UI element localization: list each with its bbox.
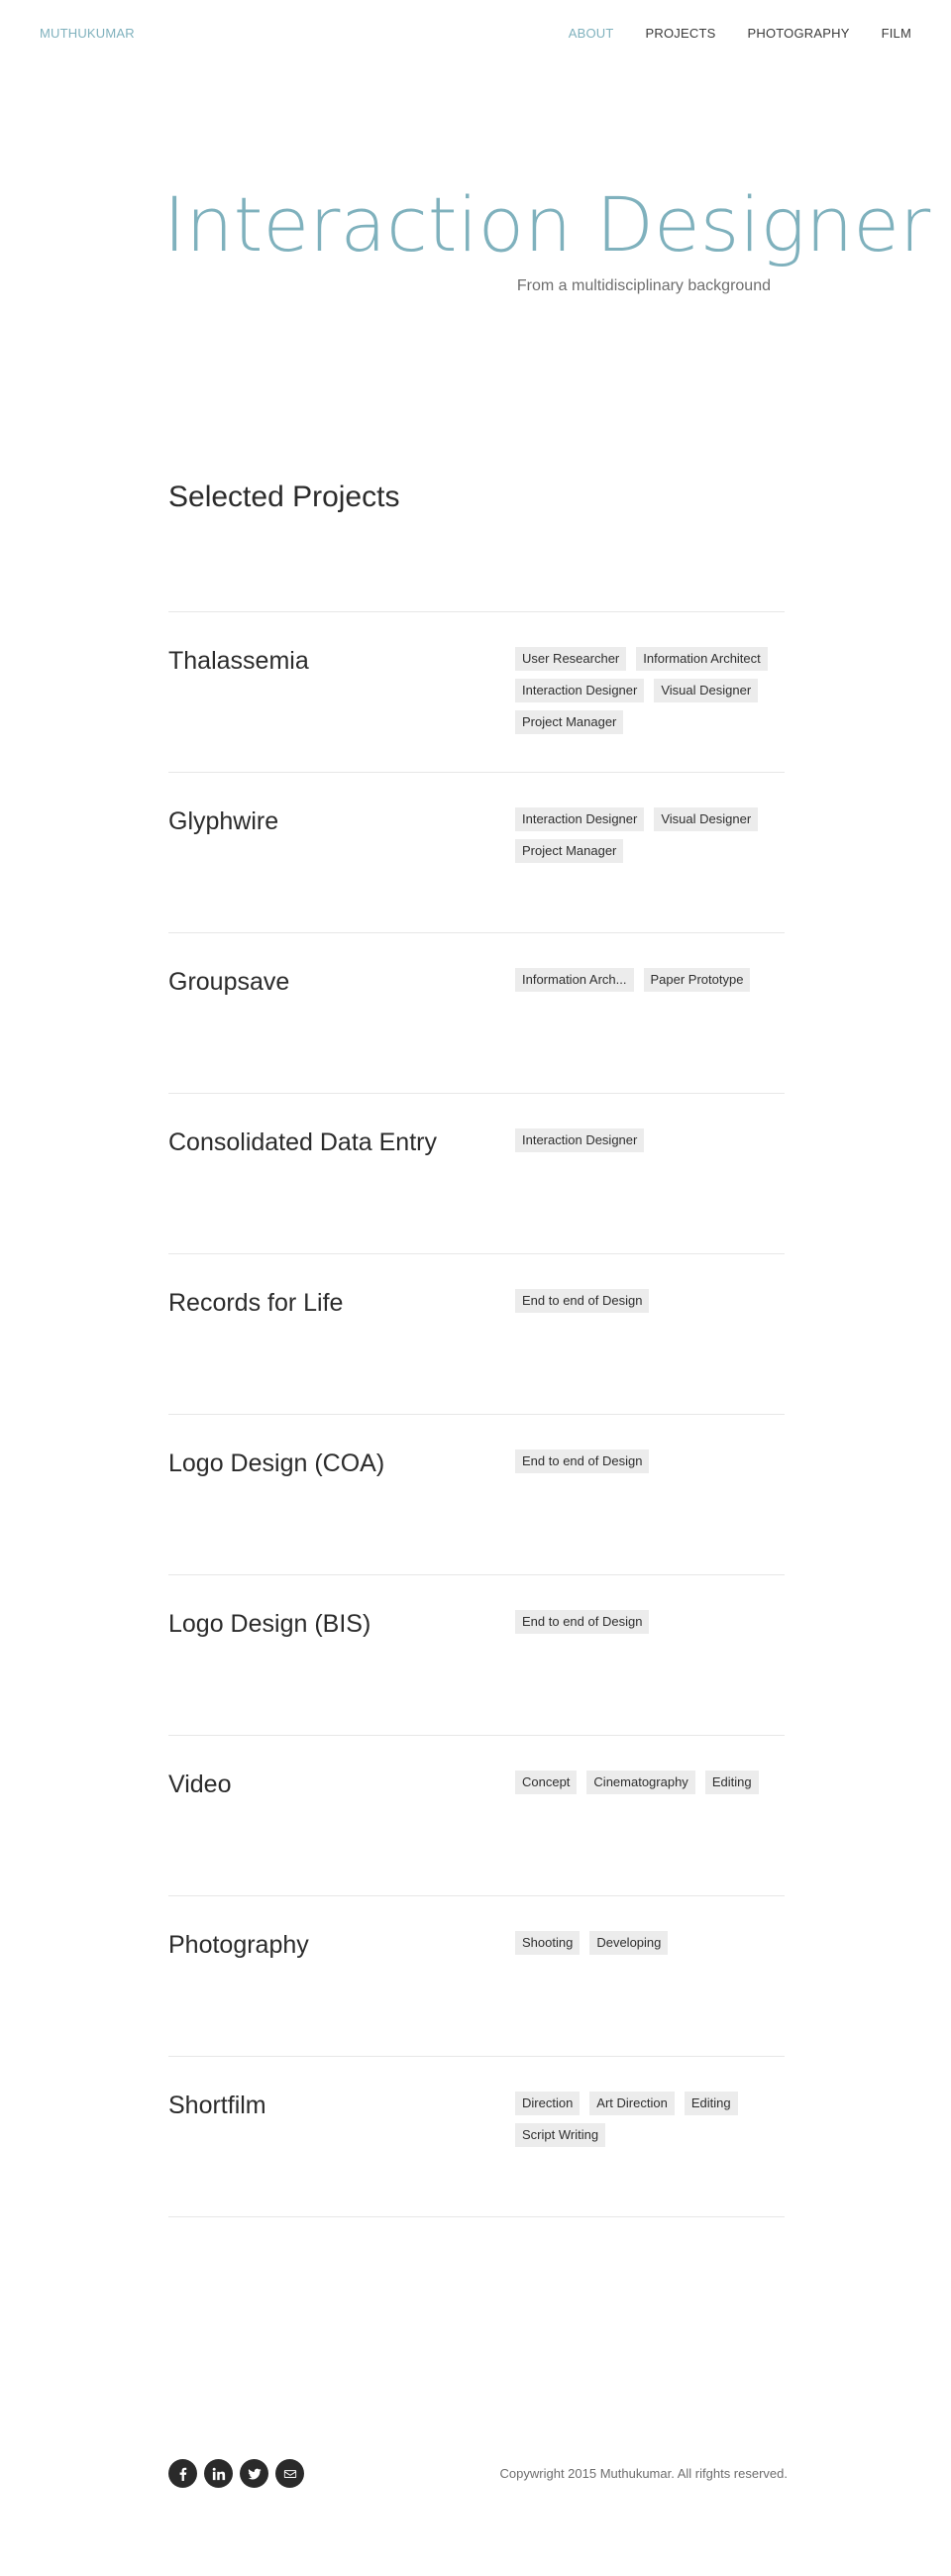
role-tag: Script Writing bbox=[515, 2123, 606, 2147]
project-row[interactable]: Shortfilm Direction Art Direction Editing Sc… bbox=[168, 2056, 785, 2216]
role-tag: Interaction Designer bbox=[515, 1128, 645, 1152]
role-tags: End to end of Design bbox=[515, 1289, 788, 1313]
role-tag: Project Manager bbox=[515, 710, 624, 734]
role-tag: Developing bbox=[589, 1931, 669, 1955]
role-tag: Project Manager bbox=[515, 839, 624, 863]
role-tags: Interaction Designer bbox=[515, 1128, 788, 1152]
role-tags: End to end of Design bbox=[515, 1449, 788, 1473]
nav-link-about[interactable]: ABOUT bbox=[569, 26, 614, 41]
project-title[interactable]: Shortfilm bbox=[168, 2092, 266, 2120]
linkedin-icon[interactable] bbox=[204, 2459, 233, 2488]
nav-link-film[interactable]: FILM bbox=[882, 26, 911, 41]
project-row[interactable]: Groupsave Information Arch... Paper Protot… bbox=[168, 932, 785, 1093]
project-title[interactable]: Photography bbox=[168, 1931, 309, 1960]
nav-link-projects[interactable]: PROJECTS bbox=[646, 26, 716, 41]
role-tags: Direction Art Direction Editing Script Writ… bbox=[515, 2092, 788, 2147]
mail-icon[interactable] bbox=[275, 2459, 304, 2488]
role-tags: Concept Cinematography Editing bbox=[515, 1771, 788, 1794]
role-tag: Paper Prototype bbox=[643, 968, 751, 992]
project-row[interactable]: Records for Life End to end of Design bbox=[168, 1253, 785, 1414]
role-tags: Information Arch... Paper Prototype bbox=[515, 968, 788, 992]
facebook-icon[interactable] bbox=[168, 2459, 197, 2488]
project-title[interactable]: Consolidated Data Entry bbox=[168, 1128, 437, 1157]
project-title[interactable]: Logo Design (COA) bbox=[168, 1449, 384, 1478]
role-tag: Visual Designer bbox=[654, 807, 759, 831]
section-title: Selected Projects bbox=[168, 481, 400, 513]
project-title[interactable]: Logo Design (BIS) bbox=[168, 1610, 370, 1639]
project-title[interactable]: Thalassemia bbox=[168, 647, 309, 676]
project-row[interactable]: Logo Design (BIS) End to end of Design bbox=[168, 1574, 785, 1735]
project-title[interactable]: Glyphwire bbox=[168, 807, 278, 836]
project-row[interactable]: Consolidated Data Entry Interaction Desig… bbox=[168, 1093, 785, 1253]
project-row[interactable]: Video Concept Cinematography Editing bbox=[168, 1735, 785, 1895]
role-tag: Shooting bbox=[515, 1931, 581, 1955]
footer: Copywright 2015 Muthukumar. All rifghts … bbox=[168, 2457, 788, 2493]
project-row[interactable]: Glyphwire Interaction Designer Visual Desi… bbox=[168, 772, 785, 932]
divider bbox=[168, 2216, 785, 2217]
project-row[interactable]: Thalassemia User Researcher Information Ar… bbox=[168, 611, 785, 772]
nav-menu: ABOUT PROJECTS PHOTOGRAPHY FILM bbox=[569, 26, 911, 41]
role-tag: Editing bbox=[684, 2092, 738, 2115]
twitter-icon[interactable] bbox=[240, 2459, 268, 2488]
role-tag: Interaction Designer bbox=[515, 807, 645, 831]
role-tag: User Researcher bbox=[515, 647, 627, 671]
role-tag: Concept bbox=[515, 1771, 578, 1794]
role-tag: End to end of Design bbox=[515, 1289, 650, 1313]
role-tag: Art Direction bbox=[589, 2092, 675, 2115]
copyright-text: Copywright 2015 Muthukumar. All rifghts … bbox=[499, 2466, 788, 2481]
role-tags: User Researcher Information Architect Inte… bbox=[515, 647, 788, 734]
project-list: Thalassemia User Researcher Information Ar… bbox=[168, 611, 785, 2217]
role-tag: Cinematography bbox=[586, 1771, 695, 1794]
role-tag: Information Arch... bbox=[515, 968, 634, 992]
project-title[interactable]: Records for Life bbox=[168, 1289, 343, 1318]
project-row[interactable]: Photography Shooting Developing bbox=[168, 1895, 785, 2056]
hero-title: Interaction Designer bbox=[163, 180, 931, 268]
role-tag: End to end of Design bbox=[515, 1449, 650, 1473]
project-title[interactable]: Video bbox=[168, 1771, 232, 1799]
role-tags: End to end of Design bbox=[515, 1610, 788, 1634]
brand-link[interactable]: MUTHUKUMAR bbox=[40, 26, 135, 41]
role-tags: Shooting Developing bbox=[515, 1931, 788, 1955]
top-nav: MUTHUKUMAR ABOUT PROJECTS PHOTOGRAPHY FI… bbox=[0, 0, 951, 65]
role-tag: End to end of Design bbox=[515, 1610, 650, 1634]
social-links bbox=[168, 2459, 304, 2488]
project-title[interactable]: Groupsave bbox=[168, 968, 289, 997]
role-tag: Editing bbox=[704, 1771, 759, 1794]
role-tag: Direction bbox=[515, 2092, 581, 2115]
role-tags: Interaction Designer Visual Designer Proje… bbox=[515, 807, 788, 863]
role-tag: Interaction Designer bbox=[515, 679, 645, 702]
role-tag: Visual Designer bbox=[654, 679, 759, 702]
hero-subtitle: From a multidisciplinary background bbox=[516, 277, 771, 294]
project-row[interactable]: Logo Design (COA) End to end of Design bbox=[168, 1414, 785, 1574]
role-tag: Information Architect bbox=[636, 647, 768, 671]
nav-link-photography[interactable]: PHOTOGRAPHY bbox=[747, 26, 849, 41]
